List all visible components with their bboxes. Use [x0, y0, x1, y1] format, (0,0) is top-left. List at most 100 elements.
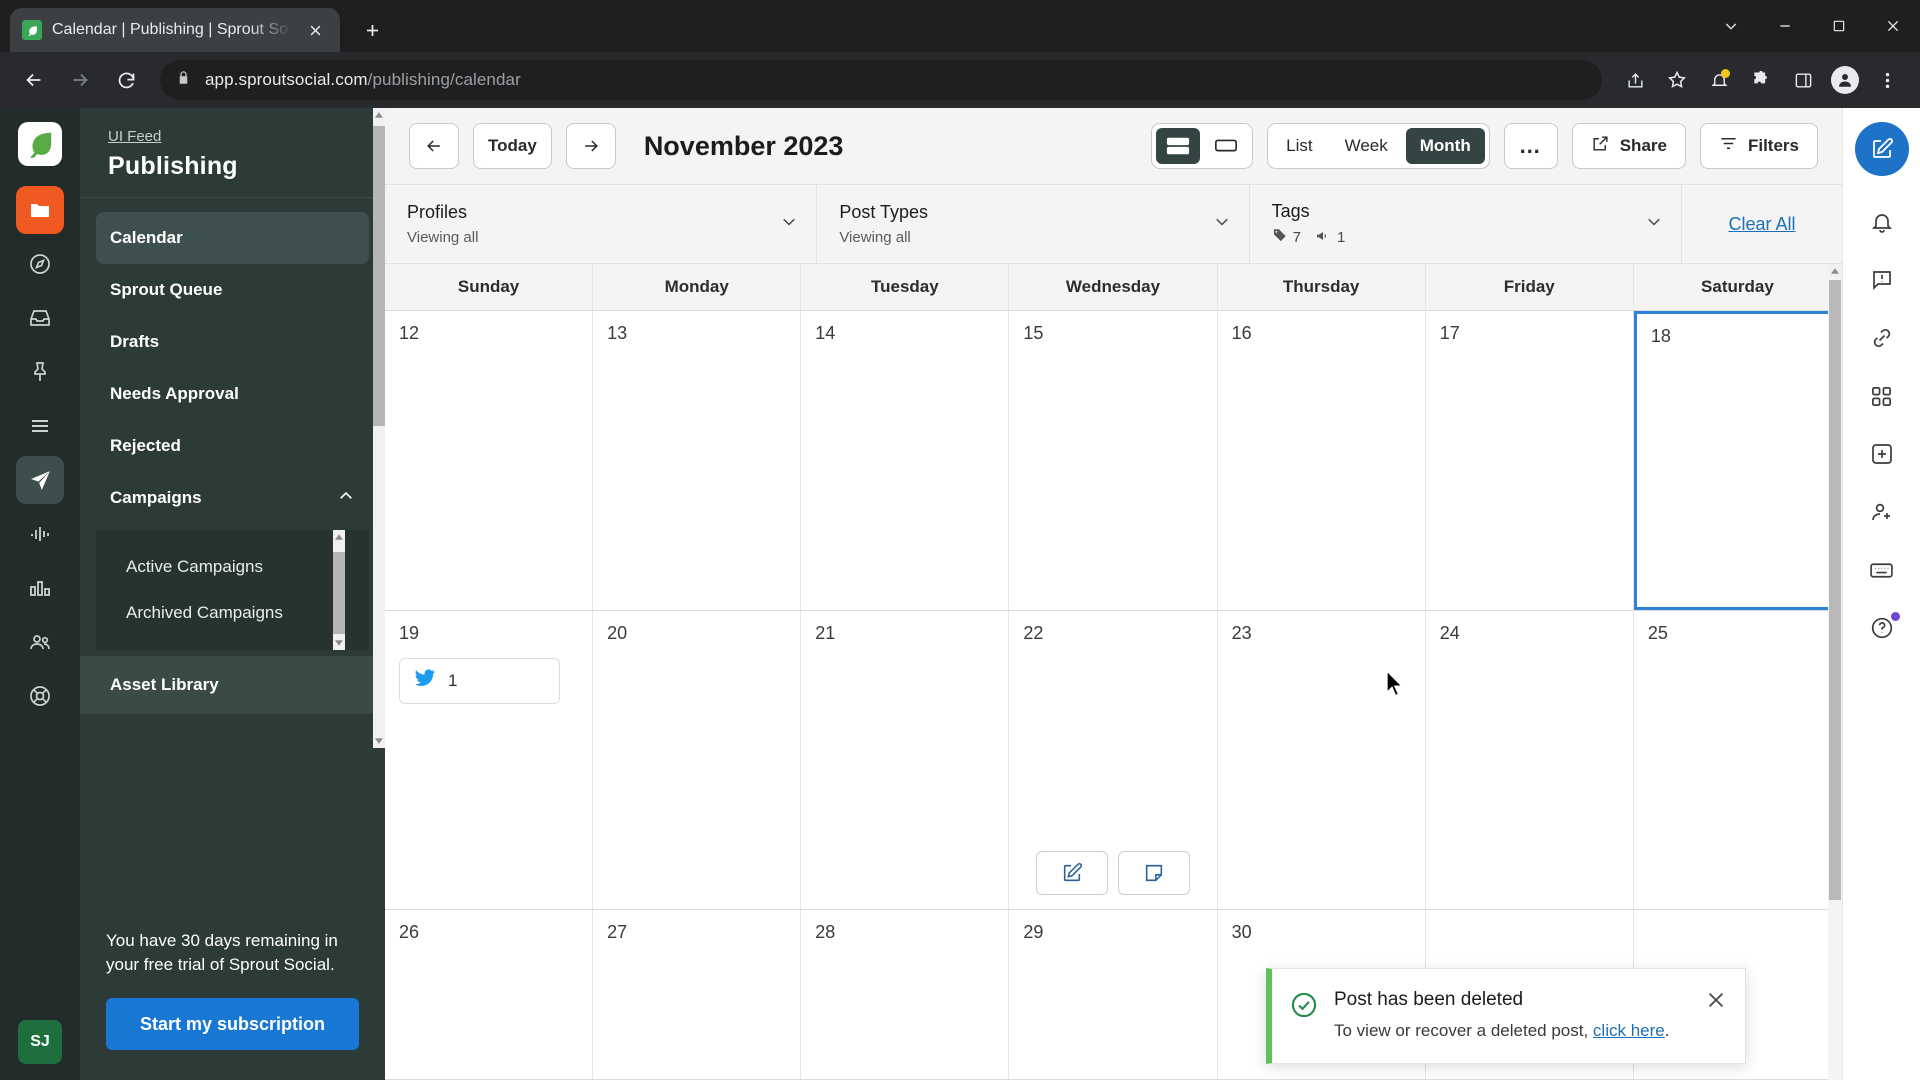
calendar-scrollbar-track[interactable] [1828, 264, 1842, 1080]
compose-post-icon[interactable] [1035, 851, 1108, 896]
calendar-day-cell[interactable]: 26 [385, 910, 594, 1079]
sprout-logo[interactable] [18, 122, 62, 166]
feedback-icon[interactable] [1858, 256, 1906, 304]
calendar-day-cell-hovered[interactable]: 22 [1009, 610, 1218, 910]
sidebar-item-calendar[interactable]: Calendar [96, 212, 369, 264]
calendar-day-cell[interactable]: 21 [801, 610, 1010, 910]
sidebar-item-needs-approval[interactable]: Needs Approval [96, 368, 369, 420]
calendar-day-cell[interactable]: 17 [1425, 311, 1634, 610]
rail-item-folder[interactable] [16, 186, 64, 234]
bell-icon[interactable] [1858, 198, 1906, 246]
share-button[interactable]: Share [1571, 123, 1686, 169]
new-tab-button[interactable] [354, 12, 390, 48]
user-avatar[interactable]: SJ [18, 1020, 62, 1064]
calendar-day-cell[interactable]: 12 [385, 311, 594, 610]
tags-filter[interactable]: Tags 7 1 [1250, 185, 1682, 263]
sidebar-item-archived-campaigns[interactable]: Archived Campaigns [96, 590, 369, 636]
density-compact-button[interactable] [1204, 128, 1248, 164]
scroll-down-arrow-icon[interactable] [333, 636, 345, 650]
keyboard-icon[interactable] [1858, 546, 1906, 594]
minimize-icon[interactable] [1758, 6, 1812, 46]
sidebar-item-asset-library[interactable]: Asset Library [80, 656, 385, 714]
maximize-icon[interactable] [1812, 6, 1866, 46]
profile-avatar-icon[interactable] [1826, 61, 1864, 99]
rail-item-reports[interactable] [16, 564, 64, 612]
window-close-icon[interactable] [1866, 6, 1920, 46]
extension-puzzle-icon[interactable] [1742, 61, 1780, 99]
calendar-day-cell[interactable]: 16 [1217, 311, 1426, 610]
rail-item-publishing[interactable] [16, 456, 64, 504]
calendar-day-cell[interactable]: 29 [1009, 910, 1218, 1079]
calendar-day-cell[interactable]: 24 [1425, 610, 1634, 910]
browser-tab[interactable]: Calendar | Publishing | Sprout So [10, 8, 340, 52]
add-note-icon[interactable] [1117, 851, 1190, 896]
scroll-down-arrow-icon[interactable] [373, 734, 385, 748]
share-icon[interactable] [1616, 61, 1654, 99]
rail-item-pin[interactable] [16, 348, 64, 396]
rail-item-compass[interactable] [16, 240, 64, 288]
side-panel-icon[interactable] [1784, 61, 1822, 99]
back-arrow-icon[interactable] [14, 60, 54, 100]
sidebar-item-rejected[interactable]: Rejected [96, 420, 369, 472]
calendar-day-cell[interactable]: 15 [1009, 311, 1218, 610]
more-options-button[interactable]: … [1503, 123, 1558, 169]
view-list-button[interactable]: List [1272, 128, 1326, 164]
calendar-day-cell[interactable]: 23 [1217, 610, 1426, 910]
next-month-button[interactable] [565, 123, 616, 169]
view-month-button[interactable]: Month [1405, 128, 1485, 164]
calendar-scrollbar-thumb[interactable] [1829, 280, 1841, 900]
tab-close-icon[interactable] [302, 17, 328, 43]
toast-recover-link[interactable]: click here [1593, 1021, 1665, 1040]
rail-item-inbox[interactable] [16, 294, 64, 342]
rail-item-settings[interactable] [16, 672, 64, 720]
forward-arrow-icon[interactable] [60, 60, 100, 100]
toast-close-icon[interactable] [1705, 989, 1727, 1016]
bookmark-star-icon[interactable] [1658, 61, 1696, 99]
calendar-day-cell[interactable]: 28 [801, 910, 1010, 1079]
post-types-filter[interactable]: Post Types Viewing all [817, 185, 1250, 263]
submenu-scrollbar-track[interactable] [333, 530, 345, 650]
start-subscription-button[interactable]: Start my subscription [106, 998, 359, 1050]
clear-all-button[interactable]: Clear All [1682, 185, 1842, 263]
view-week-button[interactable]: Week [1331, 128, 1402, 164]
rail-item-listening[interactable] [16, 510, 64, 558]
add-user-icon[interactable] [1858, 488, 1906, 536]
calendar-day-cell-today[interactable]: 18 [1633, 311, 1842, 610]
compose-pencil-icon[interactable] [1854, 122, 1909, 176]
sidebar-scrollbar-track[interactable] [373, 108, 385, 748]
profiles-filter[interactable]: Profiles Viewing all [385, 185, 818, 263]
reload-icon[interactable] [106, 60, 146, 100]
calendar-day-cell[interactable]: 27 [593, 910, 802, 1079]
calendar-day-cell[interactable]: 13 [593, 311, 802, 610]
grid-apps-icon[interactable] [1858, 372, 1906, 420]
notification-dot-icon[interactable] [1700, 61, 1738, 99]
density-comfortable-button[interactable] [1156, 128, 1201, 164]
calendar-day-cell[interactable]: 14 [801, 311, 1010, 610]
sidebar-item-sprout-queue[interactable]: Sprout Queue [96, 264, 369, 316]
prev-month-button[interactable] [409, 123, 459, 169]
rail-item-list[interactable] [16, 402, 64, 450]
sidebar-item-campaigns[interactable]: Campaigns [96, 472, 369, 524]
add-square-icon[interactable] [1858, 430, 1906, 478]
scroll-up-arrow-icon[interactable] [1829, 264, 1841, 278]
scroll-up-arrow-icon[interactable] [373, 108, 385, 122]
breadcrumb[interactable]: UI Feed [108, 128, 161, 145]
help-circle-icon[interactable] [1858, 604, 1906, 652]
post-summary-pill[interactable]: 1 [399, 657, 561, 704]
mouse-cursor [1385, 669, 1405, 703]
rail-item-people[interactable] [16, 618, 64, 666]
scroll-up-arrow-icon[interactable] [333, 530, 345, 544]
kebab-menu-icon[interactable] [1868, 61, 1906, 99]
sidebar-item-drafts[interactable]: Drafts [96, 316, 369, 368]
calendar-day-cell[interactable]: 19 1 [385, 610, 594, 910]
url-bar[interactable]: app.sproutsocial.com/publishing/calendar [160, 60, 1602, 100]
submenu-scrollbar-thumb[interactable] [333, 552, 345, 634]
chevron-down-icon[interactable] [1704, 6, 1758, 46]
today-button[interactable]: Today [473, 123, 552, 169]
sidebar-scrollbar-thumb[interactable] [373, 126, 385, 426]
calendar-day-cell[interactable]: 25 [1633, 610, 1842, 910]
calendar-day-cell[interactable]: 20 [593, 610, 802, 910]
sidebar-item-active-campaigns[interactable]: Active Campaigns [96, 544, 369, 590]
link-icon[interactable] [1858, 314, 1906, 362]
filters-button[interactable]: Filters [1699, 123, 1818, 169]
